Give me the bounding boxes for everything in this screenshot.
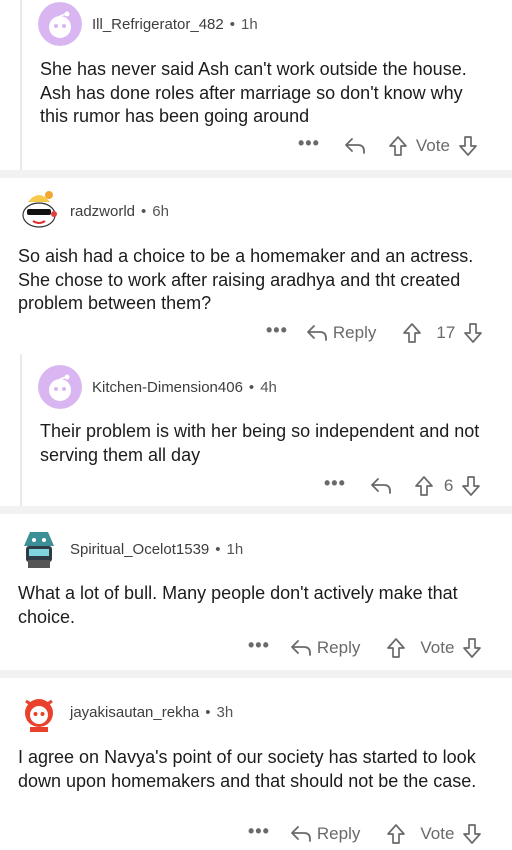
vote-count: 6 (443, 476, 454, 495)
reply-icon (371, 478, 391, 494)
upvote-arrow-icon (389, 136, 407, 156)
avatar[interactable] (16, 689, 62, 735)
avatar[interactable] (16, 188, 62, 234)
upvote-arrow-icon (387, 824, 406, 844)
timestamp: 4h (260, 378, 277, 396)
timestamp: 6h (152, 202, 169, 220)
comment-separator (0, 506, 512, 514)
username[interactable]: Ill_Refrigerator_482 (92, 16, 224, 33)
reply-button[interactable]: Reply (306, 323, 376, 343)
upvote-arrow-icon (403, 323, 422, 343)
timestamp: 3h (216, 703, 234, 721)
downvote-arrow-icon (463, 824, 482, 844)
downvote-button[interactable] (461, 475, 481, 497)
downvote-button[interactable] (458, 135, 478, 157)
separator-dot: • (229, 15, 236, 33)
comment-body: I agree on Navya's point of our society … (18, 747, 477, 791)
vote-label: Vote (420, 824, 455, 843)
separator-dot: • (141, 202, 147, 220)
comment-body: So aish had a choice to be a homemaker a… (18, 246, 474, 313)
vote-label: Vote (420, 638, 455, 657)
downvote-button[interactable] (462, 823, 482, 845)
comment-header: Kitchen-Dimension406 • 4h (38, 365, 277, 409)
more-options-button[interactable]: ••• (248, 821, 270, 842)
reply-label: Reply (316, 638, 361, 657)
more-options-button[interactable]: ••• (266, 320, 288, 341)
thread-line (20, 354, 22, 506)
timestamp: 1h (241, 15, 258, 33)
reply-button[interactable]: Reply (290, 638, 360, 658)
reply-icon (307, 325, 327, 341)
more-options-button[interactable]: ••• (248, 635, 270, 656)
reply-label: Reply (316, 824, 361, 843)
downvote-button[interactable] (463, 322, 483, 344)
username[interactable]: jayakisautan_rekha (70, 704, 199, 721)
comment-header: Spiritual_Ocelot1539 • 1h (16, 527, 243, 571)
downvote-arrow-icon (459, 136, 477, 156)
separator-dot: • (215, 540, 221, 558)
username[interactable]: Kitchen-Dimension406 (92, 379, 243, 396)
comment-actions: ••• 6 (324, 471, 481, 501)
comment-actions: ••• Reply Vote (248, 819, 482, 849)
upvote-button[interactable] (386, 823, 406, 845)
comment-actions: ••• Vote (298, 131, 478, 161)
reply-button[interactable] (344, 136, 366, 156)
upvote-button[interactable] (414, 475, 434, 497)
avatar[interactable] (38, 2, 82, 46)
comment-header: jayakisautan_rekha • 3h (16, 690, 233, 734)
avatar[interactable] (38, 365, 82, 409)
comment-actions: ••• Reply 17 (266, 318, 483, 348)
upvote-button[interactable] (402, 322, 422, 344)
reply-icon (291, 826, 311, 842)
comment-body: She has never said Ash can't work outsid… (40, 59, 467, 126)
reply-icon (345, 138, 365, 154)
reply-button[interactable] (370, 476, 392, 496)
upvote-arrow-icon (415, 476, 433, 496)
upvote-button[interactable] (386, 637, 406, 659)
comment-separator (0, 170, 512, 178)
separator-dot: • (205, 703, 211, 721)
avatar[interactable] (16, 526, 62, 572)
comment-actions: ••• Reply Vote (248, 633, 482, 663)
vote-count: 17 (436, 323, 456, 342)
comment-header: radzworld • 6h (16, 189, 169, 233)
username[interactable]: Spiritual_Ocelot1539 (70, 541, 209, 558)
comment-body: What a lot of bull. Many people don't ac… (18, 583, 458, 627)
downvote-arrow-icon (464, 323, 483, 343)
upvote-button[interactable] (388, 135, 408, 157)
downvote-arrow-icon (463, 638, 482, 658)
separator-dot: • (248, 378, 255, 396)
username[interactable]: radzworld (70, 203, 135, 220)
upvote-arrow-icon (387, 638, 406, 658)
reply-icon (291, 640, 311, 656)
more-options-button[interactable]: ••• (298, 133, 320, 154)
vote-count: Vote (415, 136, 450, 155)
comment-separator (0, 670, 512, 678)
comment-header: Ill_Refrigerator_482 • 1h (38, 2, 258, 46)
downvote-arrow-icon (462, 476, 481, 496)
timestamp: 1h (226, 540, 244, 558)
reply-button[interactable]: Reply (290, 824, 360, 844)
thread-line (20, 0, 22, 170)
comment-body: Their problem is with her being so indep… (40, 421, 480, 465)
downvote-button[interactable] (462, 637, 482, 659)
reply-label: Reply (332, 323, 377, 342)
more-options-button[interactable]: ••• (324, 473, 346, 494)
